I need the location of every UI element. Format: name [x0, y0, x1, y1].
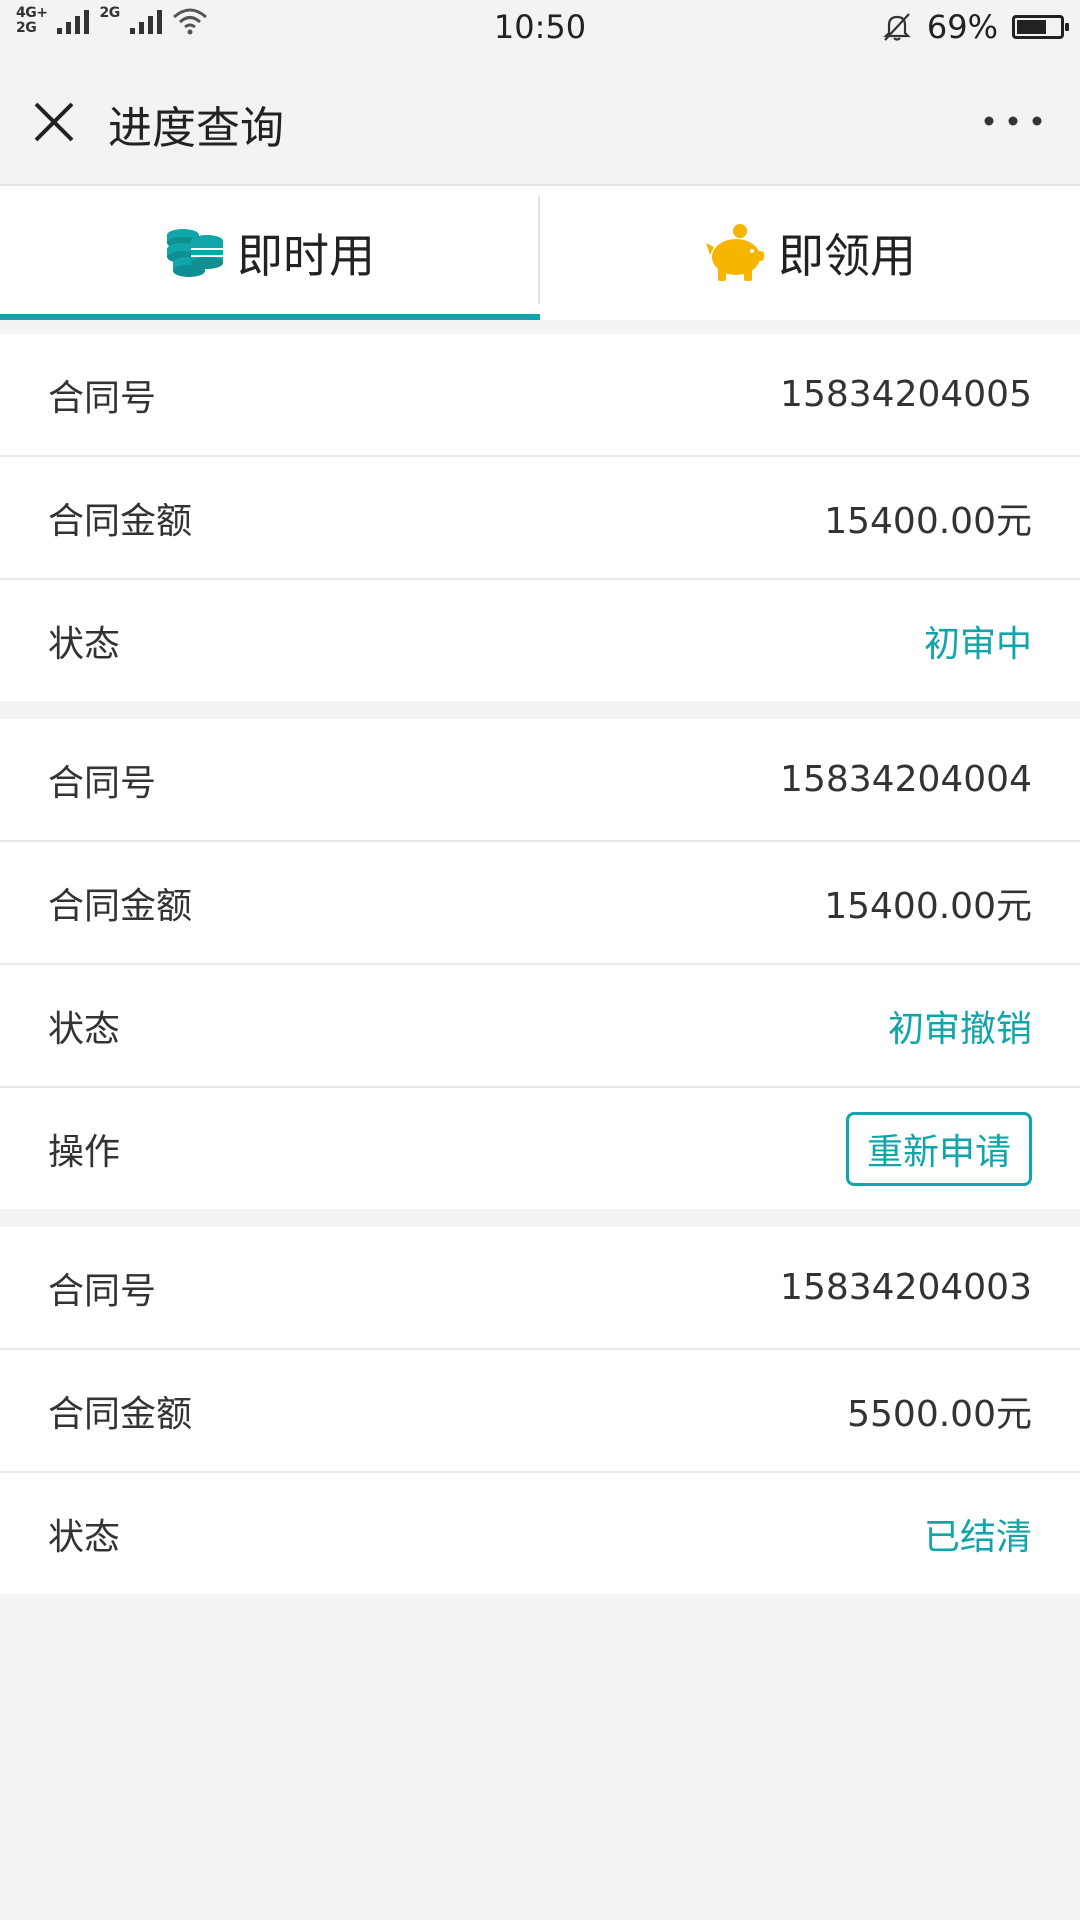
battery-icon — [1012, 15, 1069, 39]
contract-number-row: 合同号 15834204005 — [0, 334, 1080, 457]
status-value: 初审中 — [923, 623, 1032, 665]
contract-number-value: 15834204005 — [780, 374, 1032, 415]
record-card: 合同号 15834204005 合同金额 15400.00元 状态 初审中 — [0, 334, 1080, 701]
battery-percent: 69% — [926, 8, 998, 46]
status-right: 69% — [881, 8, 1069, 46]
tab-receive-use[interactable]: 即领用 — [540, 186, 1080, 320]
contract-number-label: 合同号 — [48, 762, 157, 804]
reapply-button[interactable]: 重新申请 — [845, 1111, 1032, 1186]
status-row: 状态 已结清 — [0, 1473, 1080, 1594]
page-title: 进度查询 — [108, 103, 284, 154]
contract-amount-row: 合同金额 15400.00元 — [0, 842, 1080, 965]
contract-amount-row: 合同金额 5500.00元 — [0, 1350, 1080, 1473]
contract-number-label: 合同号 — [48, 377, 157, 419]
tab-instant-use[interactable]: 即时用 — [0, 186, 540, 320]
status-label: 状态 — [48, 623, 121, 665]
record-card: 合同号 15834204004 合同金额 15400.00元 状态 初审撤销 操… — [0, 719, 1080, 1209]
tab-bar: 即时用 即领用 — [0, 186, 1080, 320]
record-list: 合同号 15834204005 合同金额 15400.00元 状态 初审中 合同… — [0, 334, 1080, 1612]
status-row: 状态 初审中 — [0, 580, 1080, 701]
action-label: 操作 — [48, 1131, 121, 1173]
contract-amount-value: 5500.00元 — [847, 1393, 1032, 1435]
contract-number-value: 15834204004 — [780, 759, 1032, 800]
close-icon[interactable] — [26, 94, 82, 150]
title-bar: 进度查询 — [0, 56, 1080, 186]
battery-level — [1017, 20, 1046, 34]
contract-amount-value: 15400.00元 — [824, 885, 1032, 927]
contract-amount-value: 15400.00元 — [824, 500, 1032, 542]
action-row: 操作 重新申请 — [0, 1088, 1080, 1209]
more-options-icon[interactable] — [980, 106, 1046, 136]
tab-label-receive-use: 即领用 — [778, 229, 916, 283]
status-bar: 4G+ 2G 2G 10:50 69% — [0, 0, 1080, 56]
record-card: 合同号 15834204003 合同金额 5500.00元 状态 已结清 — [0, 1227, 1080, 1594]
contract-amount-label: 合同金额 — [48, 885, 193, 927]
status-label: 状态 — [48, 1008, 121, 1050]
status-label: 状态 — [48, 1516, 121, 1558]
contract-amount-row: 合同金额 15400.00元 — [0, 457, 1080, 580]
piggy-bank-icon — [706, 224, 764, 281]
contract-amount-label: 合同金额 — [48, 1393, 193, 1435]
contract-number-label: 合同号 — [48, 1270, 157, 1312]
contract-number-row: 合同号 15834204003 — [0, 1227, 1080, 1350]
bell-muted-icon — [883, 13, 911, 41]
contract-number-value: 15834204003 — [780, 1267, 1032, 1308]
active-tab-indicator — [0, 314, 540, 320]
status-value: 已结清 — [923, 1516, 1032, 1558]
tab-label-instant-use: 即时用 — [237, 229, 375, 283]
status-row: 状态 初审撤销 — [0, 965, 1080, 1088]
coins-stack-icon — [167, 229, 223, 277]
status-value: 初审撤销 — [887, 1008, 1032, 1050]
contract-number-row: 合同号 15834204004 — [0, 719, 1080, 842]
contract-amount-label: 合同金额 — [48, 500, 193, 542]
